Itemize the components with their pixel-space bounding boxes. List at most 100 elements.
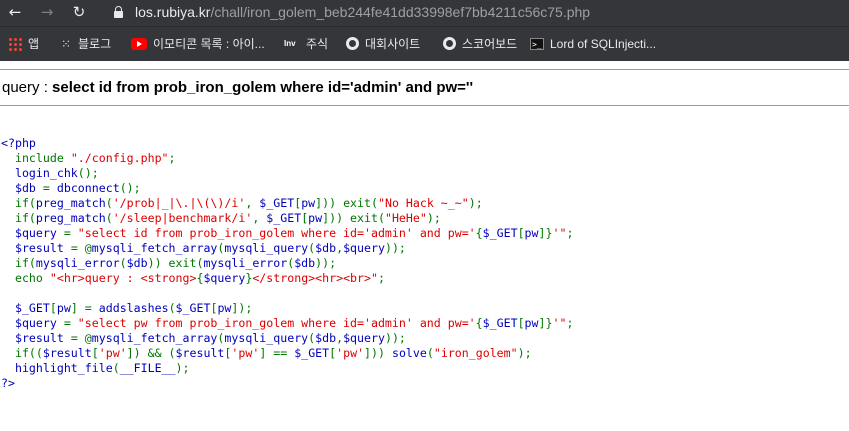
code-token: ;: [566, 226, 574, 240]
code-token: preg_match: [35, 196, 106, 210]
code-token: $db: [126, 256, 148, 270]
code-token: '/sleep|benchmark/i': [112, 211, 253, 225]
lock-icon[interactable]: [114, 6, 123, 18]
code-token: ));: [315, 256, 337, 270]
code-token: ();: [119, 181, 141, 195]
bookmark-label: 블로그: [78, 37, 112, 51]
apps-grid-icon: [8, 36, 22, 51]
code-token: pw: [56, 301, 71, 315]
url-path: /chall/iron_golem_beb244fe41dd33998ef7bb…: [210, 4, 591, 20]
code-token: '": [552, 226, 567, 240]
code-token: if(: [1, 211, 36, 225]
back-arrow-icon[interactable]: ←: [5, 2, 25, 22]
code-token: pw: [301, 196, 316, 210]
code-token: (: [119, 256, 127, 270]
code-line: ?>: [1, 376, 573, 391]
code-line: $result = @mysqli_fetch_array(mysqli_que…: [1, 331, 573, 346]
code-token: mysqli_error: [35, 256, 120, 270]
terminal-icon: >_: [530, 37, 544, 50]
code-token: "<hr>query : <strong>: [49, 271, 197, 285]
bookmark-apps[interactable]: 앱: [8, 35, 39, 53]
code-token: 'pw': [231, 346, 260, 360]
code-token: "iron_golem": [433, 346, 518, 360]
bookmark-emoticons[interactable]: 이모티콘 목록 : 아이...: [131, 35, 265, 53]
code-token: pw: [217, 301, 232, 315]
code-token: if(: [1, 256, 36, 270]
code-token: mysqli_query: [224, 241, 309, 255]
code-token: );: [468, 196, 483, 210]
bookmark-contest-site[interactable]: 대회사이트: [346, 35, 420, 53]
code-line: $query = "select pw from prob_iron_golem…: [1, 316, 573, 331]
code-token: = @: [70, 331, 92, 345]
bookmark-scoreboard[interactable]: 스코어보드: [443, 35, 517, 53]
code-line: $result = @mysqli_fetch_array(mysqli_que…: [1, 241, 573, 256]
code-token: pw: [524, 226, 539, 240]
inv-icon: Inv: [284, 38, 296, 48]
code-token: =: [63, 316, 78, 330]
code-token: ]);: [231, 301, 253, 315]
code-line: $_GET[pw] = addslashes($_GET[pw]);: [1, 301, 573, 316]
code-line: login_chk();: [1, 166, 573, 181]
code-token: $_GET: [482, 226, 518, 240]
bookmark-label: 스코어보드: [462, 37, 518, 51]
forward-arrow-icon[interactable]: →: [37, 2, 57, 22]
code-token: $result: [1, 331, 71, 345]
code-line: $db = dbconnect();: [1, 181, 573, 196]
code-token: (: [105, 196, 113, 210]
reload-icon[interactable]: ↻: [69, 2, 89, 22]
code-token: ]) && (: [126, 346, 176, 360]
code-token: </strong><hr><br>": [252, 271, 378, 285]
code-token: ])): [364, 346, 392, 360]
code-token: [: [49, 301, 57, 315]
code-token: $query: [343, 241, 385, 255]
code-token: {: [475, 316, 483, 330]
code-token: ?>: [1, 376, 15, 390]
code-token: );: [175, 361, 190, 375]
code-token: mysqli_fetch_array: [91, 241, 218, 255]
code-token: ] =: [70, 301, 99, 315]
code-token: = @: [70, 241, 92, 255]
code-token: $db: [294, 256, 316, 270]
code-token: $result: [175, 346, 225, 360]
code-token: mysqli_fetch_array: [91, 331, 218, 345]
code-token: $_GET: [1, 301, 50, 315]
code-token: =: [63, 226, 78, 240]
code-token: ,: [245, 196, 260, 210]
code-token: addslashes: [98, 301, 169, 315]
code-token: {: [475, 226, 483, 240]
code-token: "./config.php": [70, 151, 169, 165]
code-token: "select pw from prob_iron_golem where id…: [77, 316, 476, 330]
code-line: include "./config.php";: [1, 151, 573, 166]
code-token: $_GET: [294, 346, 330, 360]
bookmark-blog[interactable]: ⁙ 블로그: [60, 35, 111, 53]
code-token: login_chk: [1, 166, 78, 180]
code-token: 'pw': [336, 346, 365, 360]
code-token: '": [552, 316, 567, 330]
globe-icon: [346, 37, 359, 51]
bookmark-lord-of-sqli[interactable]: >_ Lord of SQLInjecti...: [530, 35, 656, 53]
url-field[interactable]: los.rubiya.kr/chall/iron_golem_beb244fe4…: [135, 3, 590, 21]
code-token: '/prob|_|\.|\(\)/i': [112, 196, 246, 210]
code-token: ])) exit(: [315, 196, 378, 210]
bookmark-label: 주식: [306, 37, 329, 51]
code-token: dbconnect: [56, 181, 120, 195]
code-token: $_GET: [175, 301, 211, 315]
code-token: pw: [524, 316, 539, 330]
code-token: $db: [315, 331, 337, 345]
bookmark-label: 대회사이트: [365, 37, 421, 51]
code-token: <?php: [1, 136, 36, 150]
code-token: preg_match: [35, 211, 106, 225]
code-token: $db: [315, 241, 337, 255]
code-token: $_GET: [482, 316, 518, 330]
url-host: los.rubiya.kr: [135, 4, 211, 20]
code-token: $_GET: [266, 211, 302, 225]
code-token: [: [517, 226, 525, 240]
code-token: (: [105, 211, 113, 225]
code-token: ]}: [538, 316, 553, 330]
query-value: select id from prob_iron_golem where id=…: [52, 79, 474, 96]
youtube-icon: [131, 37, 147, 50]
bookmark-label: Lord of SQLInjecti...: [550, 37, 657, 51]
code-token: (: [168, 301, 176, 315]
bookmark-stocks[interactable]: Inv 주식: [284, 35, 328, 53]
